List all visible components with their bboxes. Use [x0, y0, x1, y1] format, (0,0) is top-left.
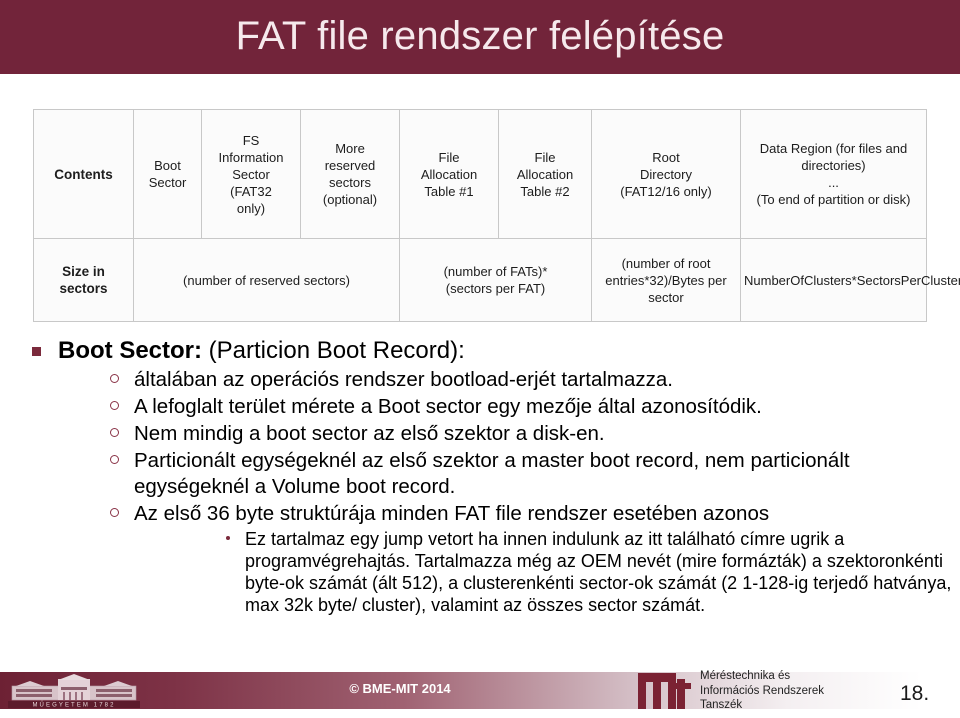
- department-line-1: Méréstechnika és: [700, 670, 791, 682]
- department-name: Méréstechnika és Információs Rendszerek …: [700, 669, 890, 713]
- page-number: 18.: [900, 682, 930, 705]
- fat-layout-diagram: Contents Boot Sector FS Information Sector(…: [33, 109, 960, 322]
- cell-root-directory: Root Directory (FAT12/16 only): [591, 109, 741, 239]
- bullet-list-level2: általában az operációs rendszer bootload…: [58, 367, 960, 616]
- list-item: Nem mindig a boot sector az első szektor…: [58, 421, 960, 447]
- list-item: Az első 36 byte struktúrája minden FAT f…: [58, 501, 960, 616]
- slide-body-content: Boot Sector: (Particion Boot Record): ál…: [0, 336, 960, 617]
- bullet-boot-sector-suffix: (Particion Boot Record):: [202, 337, 465, 364]
- cell-number-of-fats: (number of FATs)* (sectors per FAT): [399, 238, 592, 322]
- list-item-text: A lefoglalt terület mérete a Boot sector…: [134, 395, 762, 418]
- circle-bullet-icon: [110, 374, 119, 383]
- mit-department-logo-icon: [636, 669, 692, 713]
- circle-bullet-icon: [110, 508, 119, 517]
- svg-text:MŰEGYETEM 1782: MŰEGYETEM 1782: [32, 702, 115, 708]
- circle-bullet-icon: [110, 401, 119, 410]
- fat-structure-table: Contents Boot Sector FS Information Sector(…: [33, 109, 960, 322]
- bullet-boot-sector: Boot Sector: (Particion Boot Record): ál…: [0, 336, 960, 616]
- list-item-text: általában az operációs rendszer bootload…: [134, 368, 673, 391]
- cell-number-of-reserved-sectors: (number of reserved sectors): [133, 238, 400, 322]
- copyright-text: © BME-MIT 2014: [349, 681, 451, 696]
- dot-bullet-icon: [226, 536, 230, 540]
- table-row-size-in-sectors: Size in sectors (number of reserved secto…: [33, 238, 960, 322]
- list-item: általában az operációs rendszer bootload…: [58, 367, 960, 393]
- department-line-2: Információs Rendszerek: [700, 684, 824, 697]
- cell-data-region: Data Region (for files and directories).…: [740, 109, 927, 239]
- list-item-text: Ez tartalmaz egy jump vetort ha innen in…: [245, 529, 952, 615]
- page-title: FAT file rendszer felépítése: [235, 14, 725, 58]
- list-item: Ez tartalmaz egy jump vetort ha innen in…: [134, 528, 960, 616]
- department-line-3: Tanszék: [700, 699, 743, 711]
- cell-file-allocation-table-2: File Allocation Table #2: [498, 109, 592, 239]
- cell-more-reserved-sectors: More reserved sectors (optional): [300, 109, 400, 239]
- list-item-text: Az első 36 byte struktúrája minden FAT f…: [134, 502, 770, 525]
- list-item-text: Nem mindig a boot sector az első szektor…: [134, 422, 605, 445]
- bullet-list-level3: Ez tartalmaz egy jump vetort ha innen in…: [134, 528, 960, 616]
- row-header-contents: Contents: [33, 109, 134, 239]
- bme-building-logo-icon: MŰEGYETEM 1782: [8, 674, 140, 709]
- cell-root-entries-formula: (number of root entries*32)/Bytes per sect…: [591, 238, 741, 322]
- circle-bullet-icon: [110, 428, 119, 437]
- circle-bullet-icon: [110, 455, 119, 464]
- list-item-text: Particionált egységeknél az első szektor…: [134, 449, 850, 498]
- list-item: Particionált egységeknél az első szektor…: [58, 448, 960, 500]
- square-bullet-icon: [32, 347, 41, 356]
- bullet-boot-sector-label: Boot Sector:: [58, 337, 202, 364]
- bullet-list-level1: Boot Sector: (Particion Boot Record): ál…: [0, 336, 960, 616]
- row-header-size-in-sectors: Size in sectors: [33, 238, 134, 322]
- table-row-contents: Contents Boot Sector FS Information Sector(…: [33, 109, 927, 239]
- cell-clusters-formula: NumberOfClusters*SectorsPerCluster: [740, 238, 960, 322]
- slide-title-banner: FAT file rendszer felépítése: [0, 0, 960, 74]
- list-item: A lefoglalt terület mérete a Boot sector…: [58, 394, 960, 420]
- cell-boot-sector: Boot Sector: [133, 109, 202, 239]
- cell-fs-information-sector: FS Information Sector (FAT32 only): [201, 109, 301, 239]
- bullet-boot-sector-text: Boot Sector: (Particion Boot Record):: [58, 337, 465, 364]
- cell-file-allocation-table-1: File Allocation Table #1: [399, 109, 499, 239]
